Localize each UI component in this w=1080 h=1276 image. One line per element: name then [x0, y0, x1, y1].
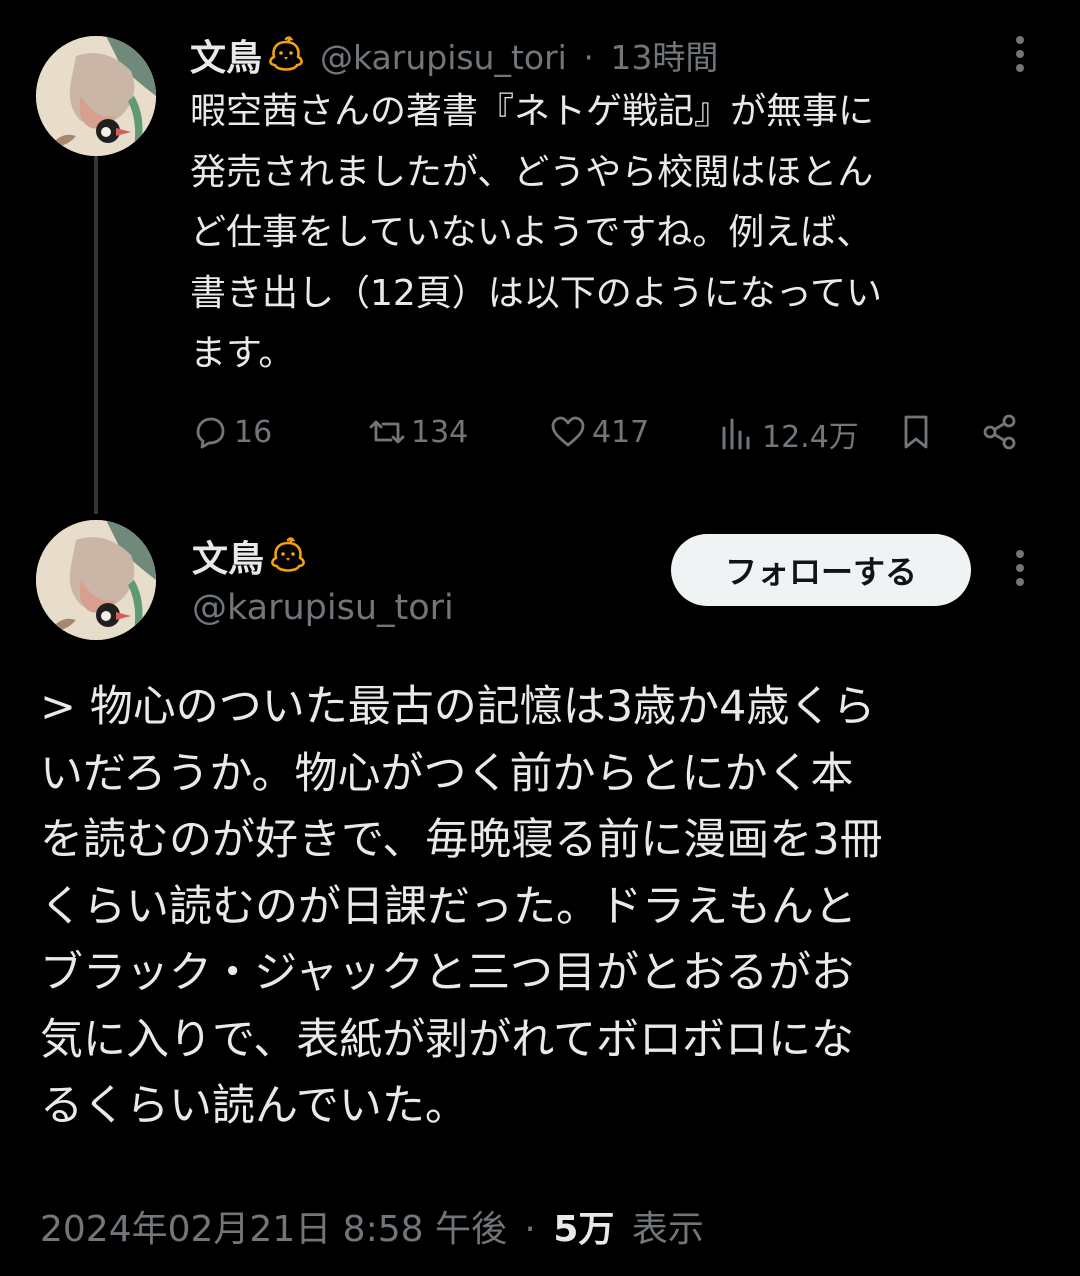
timestamp[interactable]: 13時間	[610, 38, 718, 77]
separator: ·	[583, 38, 594, 77]
tweet-text-line: くらい読むのが日課だった。ドラえもんと	[40, 881, 857, 932]
reply-header: 文鳥 @karupisu_tori · 13時間	[190, 30, 718, 80]
views-icon	[722, 418, 750, 450]
repost-icon	[369, 420, 405, 444]
tweet-text-line: るくらい読んでいた。	[40, 1081, 468, 1131]
like-button[interactable]: 417	[548, 412, 649, 452]
tweet-text: > 物心のついた最古の記憶は3歳か4歳くら いだろうか。物心がつく前からとにかく…	[40, 674, 1050, 1140]
views-button[interactable]: 12.4万	[718, 412, 859, 456]
follow-button[interactable]: フォローする	[671, 534, 971, 606]
more-icon[interactable]	[1014, 550, 1026, 594]
tweet-footer: 2024年02月21日 8:58 午後 · 5万 表示	[40, 1200, 704, 1252]
separator: ·	[524, 1209, 536, 1250]
handle[interactable]: @karupisu_tori	[192, 588, 454, 628]
tweet-text-line: を読むのが好きで、毎晩寝る前に漫画を3冊	[40, 815, 883, 865]
reply-button[interactable]: 16	[190, 412, 272, 452]
display-name[interactable]: 文鳥	[190, 29, 262, 81]
reply-text-line: ます。	[190, 333, 295, 374]
like-count: 417	[592, 414, 650, 450]
reply-text-line: 書き出し（12頁）は以下のようになってい	[190, 272, 883, 314]
share-icon	[983, 414, 1016, 450]
tweet-text-line: > 物心のついた最古の記憶は3歳か4歳くら	[40, 682, 876, 732]
views-count: 5万	[553, 1209, 615, 1250]
reply-text-line: 発売されましたが、どうやら校閲はほとん	[190, 151, 874, 193]
reply-text-line: 暇空茜さんの著書『ネトゲ戦記』が無事に	[190, 91, 875, 132]
handle[interactable]: @karupisu_tori	[320, 38, 567, 77]
share-button[interactable]	[980, 412, 1024, 452]
main-header: 文鳥	[192, 530, 308, 582]
bookmark-button[interactable]	[896, 412, 940, 452]
reply-count: 16	[234, 414, 273, 450]
chick-icon	[271, 537, 305, 572]
chick-icon	[269, 36, 303, 71]
more-icon[interactable]	[1014, 36, 1026, 80]
reply-text: 暇空茜さんの著書『ネトゲ戦記』が無事に 発売されましたが、どうやら校閲はほとん …	[190, 82, 1050, 385]
reply-icon	[196, 417, 225, 449]
views-label: 表示	[631, 1209, 704, 1250]
avatar-bird-icon	[36, 520, 156, 640]
tweet-text-line: ブラック・ジャックと三つ目がとおるがお	[40, 948, 854, 998]
tweet-text-line: いだろうか。物心がつく前からとにかく本	[40, 748, 854, 799]
display-name[interactable]: 文鳥	[192, 530, 264, 582]
tweet-timestamp[interactable]: 2024年02月21日 8:58 午後	[40, 1209, 507, 1250]
avatar-bird-icon	[36, 36, 156, 156]
reply-text-line: ど仕事をしていないようですね。例えば、	[190, 212, 873, 253]
repost-count: 134	[411, 414, 469, 450]
avatar[interactable]	[36, 36, 156, 156]
views-count: 12.4万	[762, 420, 859, 455]
repost-button[interactable]: 134	[367, 412, 468, 452]
heart-icon	[551, 416, 585, 447]
bookmark-icon	[904, 415, 928, 449]
avatar[interactable]	[36, 520, 156, 640]
thread-line	[94, 156, 98, 514]
tweet-text-line: 気に入りで、表紙が剥がれてボロボロにな	[40, 1014, 854, 1065]
